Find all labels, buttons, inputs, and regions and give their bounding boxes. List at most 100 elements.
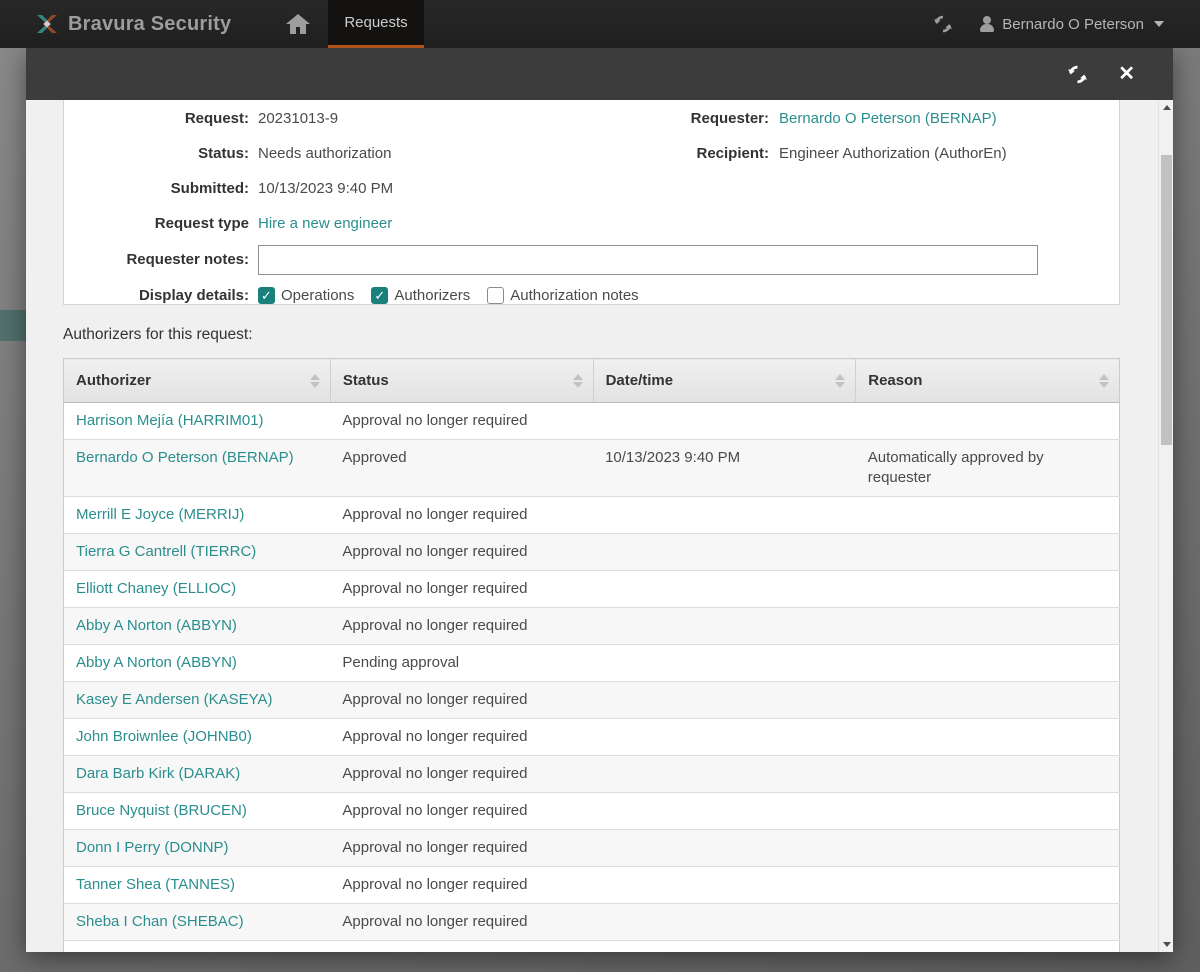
display-checkbox-operations[interactable]: ✓ Operations [258, 287, 354, 304]
request-label: Request: [184, 110, 249, 127]
row-reason [855, 644, 1120, 682]
authorizer-link[interactable]: Dara Barb Kirk (DARAK) [76, 765, 240, 782]
table-row: Dara Barb Kirk (DARAK) Approval no longe… [63, 755, 1120, 793]
column-header[interactable]: Authorizer [63, 358, 331, 403]
row-status: Approval no longer required [330, 533, 594, 571]
requester-notes-label: Requester notes: [126, 251, 249, 268]
request-details-modal: ✕ Request: 20231013-9 Requester: Bernard… [26, 48, 1173, 952]
table-row: Bernardo O Peterson (BERNAP) Approved 10… [63, 439, 1120, 497]
row-datetime [593, 903, 856, 941]
column-header[interactable]: Reason [855, 358, 1120, 403]
display-checkbox-authorization-notes[interactable]: Authorization notes [487, 287, 639, 304]
modal-body: Request: 20231013-9 Requester: Bernardo … [26, 100, 1173, 952]
table-row: Abby A Norton (ABBYN) Pending approval [63, 644, 1120, 682]
row-reason [855, 681, 1120, 719]
checkbox-label: Authorization notes [510, 287, 639, 304]
authorizer-link[interactable]: Bernardo O Peterson (BERNAP) [76, 449, 294, 466]
request-type-link[interactable]: Hire a new engineer [258, 215, 392, 232]
authorizer-link[interactable]: Bruce Nyquist (BRUCEN) [76, 802, 247, 819]
row-reason [855, 402, 1120, 440]
modal-refresh-icon[interactable] [1067, 64, 1088, 85]
row-datetime [593, 866, 856, 904]
authorizer-link[interactable]: Abby A Norton (ABBYN) [76, 654, 237, 671]
detail-row-requester-notes: Requester notes: [64, 241, 1119, 278]
table-row: Tanner Shea (TANNES) Approval no longer … [63, 866, 1120, 904]
row-reason [855, 903, 1120, 941]
row-datetime [593, 607, 856, 645]
sort-icon [1099, 373, 1109, 388]
table-row: Abby A Norton (ABBYN) Approval no longer… [63, 607, 1120, 645]
display-checkbox-authorizers[interactable]: ✓ Authorizers [371, 287, 470, 304]
row-datetime [593, 755, 856, 793]
top-navbar: Bravura Security Requests Bernardo O Pet… [0, 0, 1200, 48]
row-reason [855, 570, 1120, 608]
row-datetime [593, 644, 856, 682]
modal-close-icon[interactable]: ✕ [1118, 64, 1135, 84]
table-row: Kasey E Andersen (KASEYA) Approval no lo… [63, 681, 1120, 719]
checkbox-checked-icon[interactable]: ✓ [258, 287, 275, 304]
authorizer-link[interactable]: Merrill E Joyce (MERRIJ) [76, 506, 244, 523]
table-row: Merrill E Joyce (MERRIJ) Approval no lon… [63, 496, 1120, 534]
bravura-logo-icon [34, 11, 60, 37]
authorizer-link[interactable]: Kasey E Andersen (KASEYA) [76, 691, 273, 708]
requester-notes-input[interactable] [258, 244, 1038, 275]
authorizer-link[interactable]: Sheba I Chan (SHEBAC) [76, 913, 244, 930]
detail-row-submitted: Submitted: 10/13/2023 9:40 PM [64, 171, 1119, 206]
authorizers-table: Authorizer Status Date/time Reason Harri… [63, 358, 1120, 952]
navbar-right: Bernardo O Peterson [933, 0, 1200, 48]
row-status: Approval no longer required [330, 940, 594, 952]
row-datetime [593, 570, 856, 608]
row-datetime [593, 533, 856, 571]
row-datetime [593, 940, 856, 952]
modal-scrollbar[interactable] [1158, 100, 1173, 952]
column-header[interactable]: Date/time [593, 358, 857, 403]
row-reason [855, 718, 1120, 756]
row-status: Approval no longer required [330, 829, 594, 867]
checkbox-unchecked-icon[interactable] [487, 287, 505, 304]
home-icon [285, 12, 311, 36]
submitted-label: Submitted: [170, 180, 249, 197]
column-header-label: Authorizer [76, 372, 151, 389]
checkbox-checked-icon[interactable]: ✓ [371, 287, 389, 304]
sort-icon [572, 373, 583, 388]
row-status: Approval no longer required [330, 792, 594, 830]
requester-link[interactable]: Bernardo O Peterson (BERNAP) [779, 110, 997, 127]
caret-down-icon [1154, 21, 1164, 27]
authorizer-link[interactable]: Abby A Norton (ABBYN) [76, 617, 237, 634]
row-status: Approval no longer required [330, 718, 594, 756]
refresh-icon[interactable] [933, 14, 953, 34]
user-name: Bernardo O Peterson [1002, 15, 1144, 33]
row-reason [855, 792, 1120, 830]
authorizer-link[interactable]: Harrison Mejía (HARRIM01) [76, 412, 264, 429]
row-datetime: 10/13/2023 9:40 PM [593, 439, 856, 497]
column-header[interactable]: Status [330, 358, 594, 403]
column-header-label: Status [342, 372, 389, 389]
request-type-label: Request type [154, 215, 249, 232]
scroll-up-icon[interactable] [1159, 100, 1173, 115]
detail-row-request: Request: 20231013-9 Requester: Bernardo … [64, 101, 1119, 136]
table-row: Harrison Mejía (HARRIM01) Approval no lo… [63, 402, 1120, 440]
row-status: Approval no longer required [330, 866, 594, 904]
user-menu[interactable]: Bernardo O Peterson [979, 16, 1164, 33]
row-reason [855, 533, 1120, 571]
tab-requests-label: Requests [344, 14, 408, 31]
tab-requests[interactable]: Requests [328, 0, 424, 48]
home-nav-button[interactable] [268, 0, 328, 48]
brand-title: Bravura Security [68, 12, 232, 35]
authorizer-link[interactable]: Heath F Vazquez (HEATHV) [76, 950, 265, 952]
table-row: Elliott Chaney (ELLIOC) Approval no long… [63, 570, 1120, 608]
detail-row-status: Status: Needs authorization Recipient: E… [64, 136, 1119, 171]
submitted-value: 10/13/2023 9:40 PM [258, 180, 394, 197]
authorizer-link[interactable]: Elliott Chaney (ELLIOC) [76, 580, 236, 597]
authorizer-link[interactable]: Donn I Perry (DONNP) [76, 839, 229, 856]
authorizer-link[interactable]: John Broiwnlee (JOHNB0) [76, 728, 252, 745]
scroll-down-icon[interactable] [1159, 937, 1173, 952]
table-row: Donn I Perry (DONNP) Approval no longer … [63, 829, 1120, 867]
scrollbar-thumb[interactable] [1161, 155, 1172, 445]
authorizers-tbody: Harrison Mejía (HARRIM01) Approval no lo… [63, 402, 1120, 952]
authorizers-caption: Authorizers for this request: [63, 326, 253, 343]
row-reason [855, 940, 1120, 952]
authorizer-link[interactable]: Tierra G Cantrell (TIERRC) [76, 543, 256, 560]
authorizer-link[interactable]: Tanner Shea (TANNES) [76, 876, 235, 893]
brand: Bravura Security [0, 0, 250, 48]
